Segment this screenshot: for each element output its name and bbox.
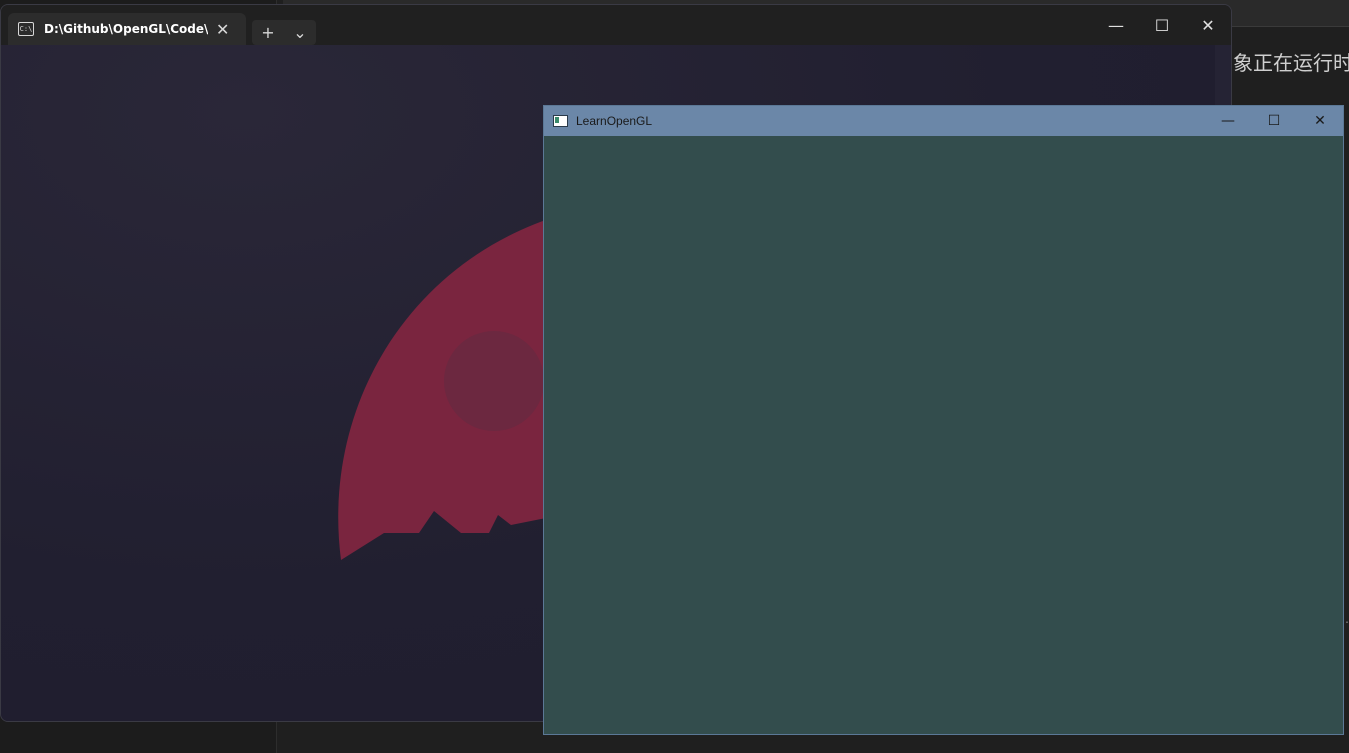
terminal-icon: C:\ xyxy=(18,22,34,36)
wallpaper-circle xyxy=(444,331,544,431)
terminal-window-controls: — ☐ ✕ xyxy=(1093,5,1231,45)
tab-dropdown-button[interactable]: ⌄ xyxy=(284,23,316,42)
terminal-titlebar: C:\ D:\Github\OpenGL\Code\OpenGL ✕ + ⌄ —… xyxy=(1,5,1231,45)
tab-actions: + ⌄ xyxy=(252,20,316,45)
close-button[interactable]: ✕ xyxy=(1185,5,1231,45)
terminal-tab[interactable]: C:\ D:\Github\OpenGL\Code\OpenGL ✕ xyxy=(8,13,246,45)
gl-minimize-button[interactable]: — xyxy=(1205,106,1251,136)
app-icon xyxy=(553,115,568,127)
tab-close-icon[interactable]: ✕ xyxy=(216,20,229,39)
new-tab-button[interactable]: + xyxy=(252,23,284,42)
gl-titlebar[interactable]: LearnOpenGL — ☐ ✕ xyxy=(544,106,1343,136)
background-text: 象正在运行时 xyxy=(1233,51,1349,75)
maximize-button[interactable]: ☐ xyxy=(1139,5,1185,45)
minimize-button[interactable]: — xyxy=(1093,5,1139,45)
tab-title: D:\Github\OpenGL\Code\OpenGL xyxy=(44,22,208,36)
gl-maximize-button[interactable]: ☐ xyxy=(1251,106,1297,136)
gl-render-canvas[interactable] xyxy=(544,136,1343,734)
gl-window-controls: — ☐ ✕ xyxy=(1205,106,1343,136)
learnopengl-window: LearnOpenGL — ☐ ✕ xyxy=(543,105,1344,735)
gl-close-button[interactable]: ✕ xyxy=(1297,106,1343,136)
window-title: LearnOpenGL xyxy=(576,114,653,128)
